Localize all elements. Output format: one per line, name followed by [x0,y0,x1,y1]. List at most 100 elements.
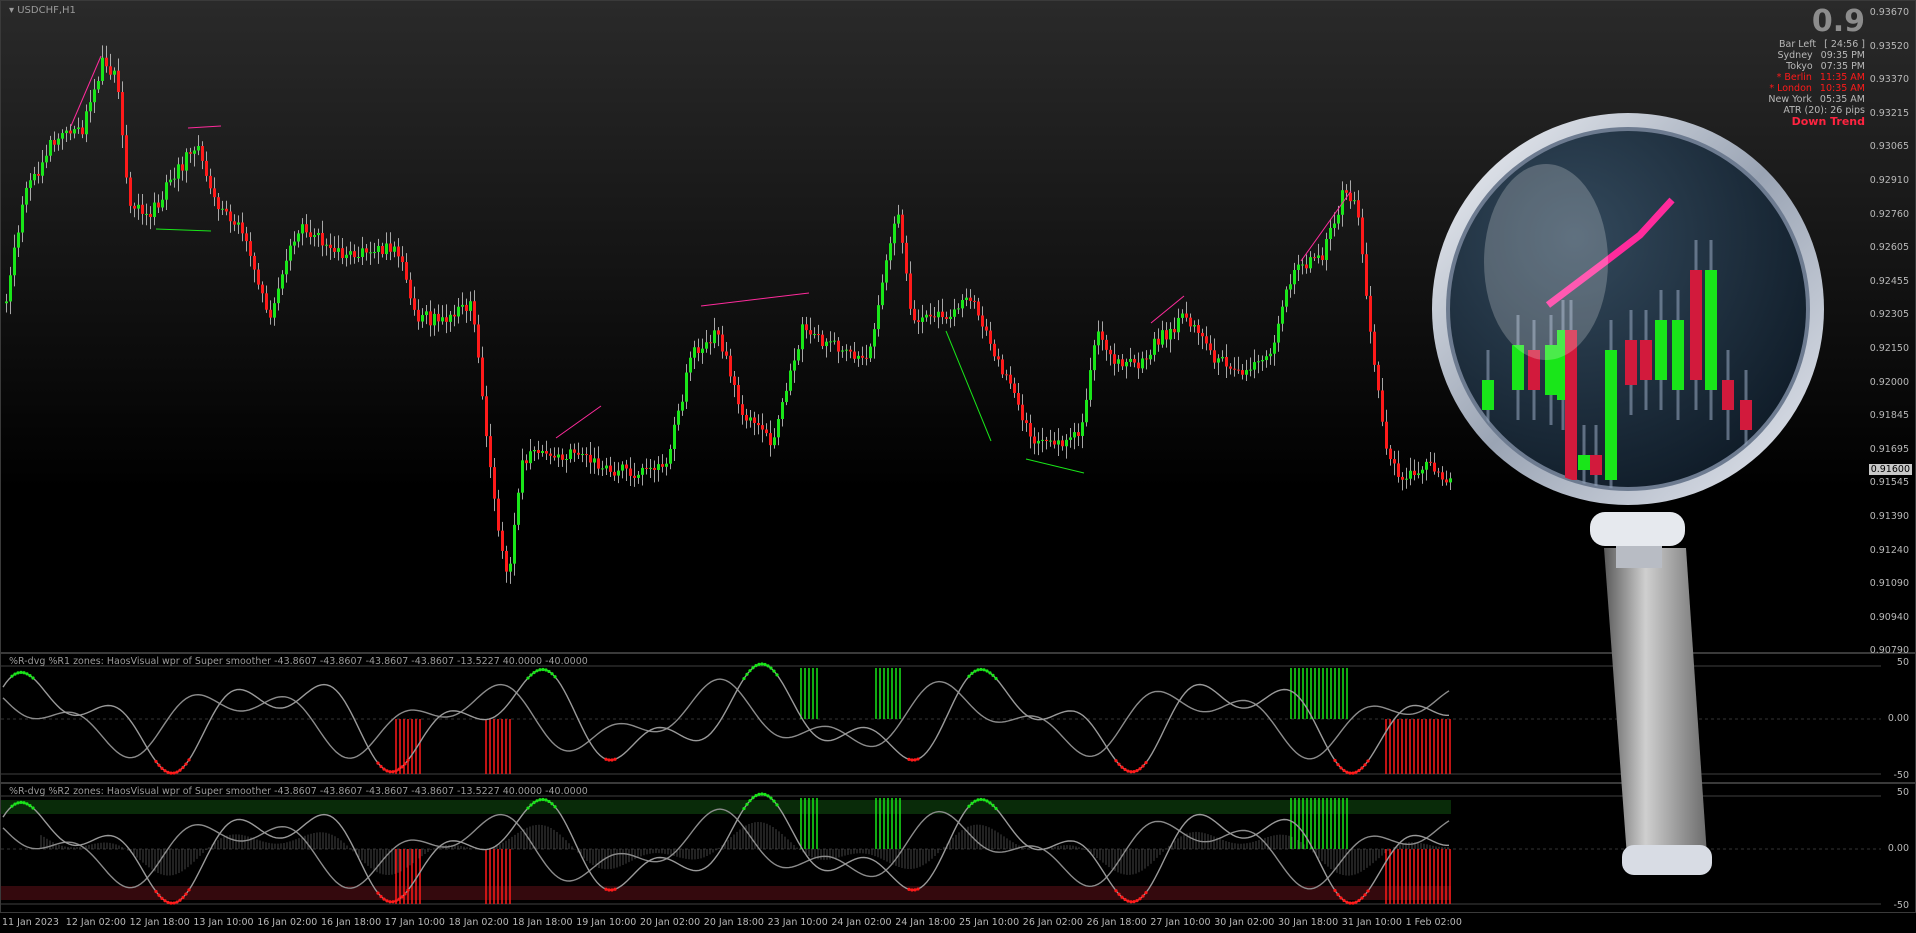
candle-body [653,467,656,470]
candle-body [973,300,976,302]
candle-body [545,451,548,454]
candle-body [21,204,24,233]
price-axis-label: 0.93065 [1869,141,1909,153]
oversold-dot [166,770,170,774]
indicator-pane-1[interactable]: %R-dvg %R1 zones: HaosVisual wpr of Supe… [0,653,1916,783]
oversold-dot [1363,893,1367,897]
candle-body [549,453,552,456]
price-axis-label: 0.92605 [1869,242,1909,254]
candle-body [125,135,128,178]
candle-body [1045,439,1048,442]
candle-body [197,146,200,151]
candle-body [1425,461,1428,470]
candle-body [1013,383,1016,393]
indicator-pane-2[interactable]: %R-dvg %R2 zones: HaosVisual wpr of Supe… [0,783,1916,913]
info-panel: 0.9 Bar Left[ 24:56 ] Sydney 09:35 PM Tokyo… [1768,5,1865,128]
oversold-dot [154,889,158,894]
candle-body [449,314,452,322]
ind2-level-mid: 0.00 [1887,843,1909,854]
candle-body [1061,440,1064,447]
candle-body [213,188,216,198]
candle-body [97,80,100,90]
price-axis-label: 0.93215 [1869,107,1909,119]
oversold-dot [1120,765,1124,769]
oversold-dot [394,769,398,773]
candle-body [901,214,904,243]
overbought-dot [532,800,536,805]
candle-body [273,303,276,318]
candle-body [369,252,372,254]
candle-body [1097,331,1100,346]
overbought-dot [526,676,530,680]
candle-body [877,305,880,330]
oversold-dot [187,888,191,892]
price-chart-pane[interactable]: ▾ USDCHF,H1 0.93670 0.93520 0.93370 0.93215… [0,0,1916,656]
candle-body [1213,350,1216,363]
oversold-dot [169,771,173,775]
candle-body [105,57,108,67]
divergence-line [1025,458,1085,474]
candle-body [49,139,52,156]
time-axis-label: 1 Feb 02:00 [1405,917,1462,928]
overbought-dot [550,672,554,676]
candle-body [301,224,304,234]
candlestick-chart[interactable] [1,1,1916,654]
oversold-dot [154,759,158,764]
candle-body [741,404,744,415]
oversold-dot [1129,900,1133,904]
candle-body [769,433,772,446]
oversold-dot [1345,900,1349,904]
overbought-dot [745,802,749,806]
candle-body [313,235,316,238]
candle-body [121,92,124,136]
candle-body [409,279,412,299]
candle-body [461,304,464,307]
overbought-dot [28,804,32,808]
candle-body [713,330,716,344]
time-axis-label: 26 Jan 18:00 [1086,917,1147,928]
candle-body [169,179,172,183]
candle-body [341,248,344,259]
candle-body [1321,255,1324,260]
overbought-dot [766,794,770,798]
candle-body [805,324,808,331]
candle-body [601,468,604,470]
candle-body [265,293,268,310]
oversold-dot [391,770,395,774]
candle-body [1077,432,1080,436]
candle-body [1237,369,1240,371]
candle-body [1217,358,1220,363]
oversold-dot [388,900,392,904]
oversold-dot [1336,762,1340,767]
candle-body [1177,317,1180,333]
overbought-dot [547,799,551,804]
candle-body [1357,200,1360,218]
candle-body [1057,440,1060,445]
oversold-dot [910,758,914,762]
oversold-dot [184,892,188,896]
candle-body [17,232,20,248]
candle-body [153,202,156,218]
candle-body [729,355,732,377]
oversold-dot [1363,763,1367,767]
candle-body [789,370,792,391]
candle-body [357,257,360,259]
candle-body [825,341,828,347]
candle-body [1361,217,1364,255]
candle-body [1229,366,1232,369]
candle-body [305,224,308,233]
oversold-dot [181,895,185,900]
overbought-dot [769,666,773,670]
candle-body [1273,342,1276,354]
candle-body [141,204,144,214]
candle-body [745,414,748,421]
candle-body [993,343,996,357]
candle-body [553,455,556,458]
candle-body [749,417,752,421]
candle-body [921,317,924,322]
candle-body [697,347,700,353]
candle-body [65,130,68,134]
candle-body [793,360,796,371]
oversold-zone [1,886,1451,900]
oversold-dot [604,887,608,891]
